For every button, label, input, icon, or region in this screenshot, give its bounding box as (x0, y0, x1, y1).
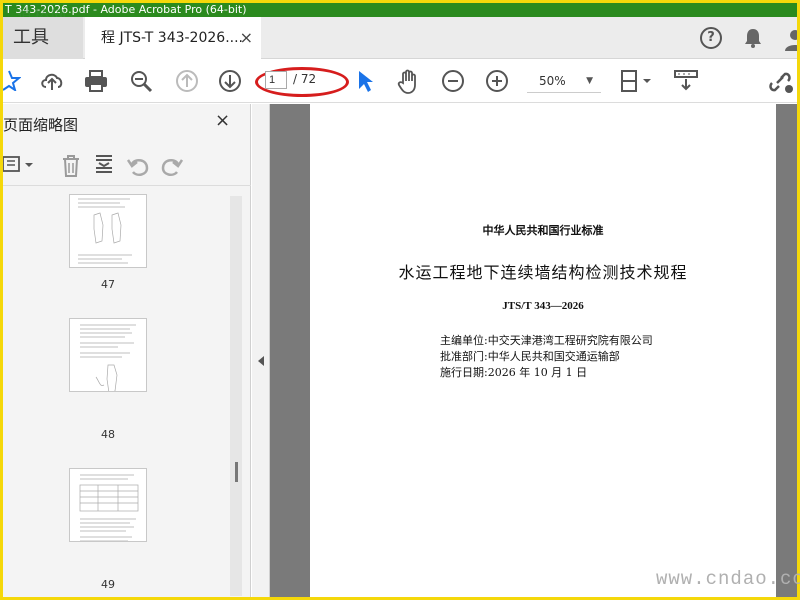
user-icon[interactable] (783, 27, 797, 51)
document-page: 中华人民共和国行业标准 水运工程地下连续墙结构检测技术规程 JTS/T 343—… (310, 104, 776, 597)
page-total: / 72 (293, 72, 317, 86)
panel-collapse-strip[interactable] (252, 104, 270, 597)
zoom-level-value: 50% (539, 74, 566, 88)
undo-icon[interactable] (127, 156, 151, 178)
tab-document-label: 程 JTS-T 343-2026.... (101, 30, 243, 46)
collapse-left-icon[interactable] (258, 356, 264, 366)
thumbnail-scrollbar[interactable] (230, 196, 242, 596)
zoom-out-icon[interactable] (441, 69, 465, 93)
approval-department: 批准部门:中华人民共和国交通运输部 (440, 350, 620, 363)
window-title-bar: T 343-2026.pdf - Adobe Acrobat Pro (64-b… (3, 3, 797, 17)
thumbnail-page-47[interactable] (69, 194, 147, 268)
page-number-input[interactable]: 1 (265, 71, 287, 89)
zoom-level-dropdown[interactable]: 50% ▼ (527, 69, 601, 93)
search-zoom-icon[interactable] (129, 69, 153, 93)
tab-document[interactable]: 程 JTS-T 343-2026.... × (85, 17, 261, 59)
hand-icon[interactable] (397, 69, 421, 95)
document-title: 水运工程地下连续墙结构检测技术规程 (398, 263, 688, 282)
arrow-up-icon[interactable] (175, 69, 199, 93)
thumbnail-label: 48 (101, 428, 115, 441)
redo-icon[interactable] (159, 156, 183, 178)
thumbnail-list: 47 48 49 (3, 194, 229, 597)
print-icon[interactable] (83, 69, 109, 93)
tab-bar: 工具 程 JTS-T 343-2026.... × ? (3, 17, 797, 59)
options-icon[interactable] (3, 156, 35, 174)
arrow-down-icon[interactable] (218, 69, 242, 93)
acrobat-window: T 343-2026.pdf - Adobe Acrobat Pro (64-b… (3, 3, 797, 597)
thumbnail-label: 49 (101, 578, 115, 591)
panel-title: 页面缩略图 (3, 116, 79, 134)
insert-icon[interactable] (93, 154, 115, 178)
editor-unit: 主编单位:中交天津港湾工程研究院有限公司 (440, 334, 653, 347)
chevron-down-icon: ▼ (586, 76, 593, 86)
document-code: JTS/T 343—2026 (502, 300, 584, 312)
thumbnail-page-48[interactable] (69, 318, 147, 392)
panel-toolbar (3, 144, 251, 186)
delete-icon[interactable] (60, 154, 82, 178)
star-icon[interactable] (3, 69, 21, 91)
effective-date: 施行日期:2026 年 10 月 1 日 (440, 366, 588, 379)
zoom-in-icon[interactable] (485, 69, 509, 93)
thumbnail-label: 47 (101, 278, 115, 291)
bell-icon[interactable] (743, 27, 763, 49)
close-icon[interactable]: × (215, 110, 230, 131)
thumbnails-panel: 页面缩略图 × 47 48 49 (3, 104, 251, 597)
help-icon[interactable]: ? (700, 27, 722, 49)
fit-page-icon[interactable] (619, 69, 653, 95)
thumbnail-page-49[interactable] (69, 468, 147, 542)
upload-icon[interactable] (39, 69, 65, 93)
share-link-icon[interactable] (767, 69, 795, 95)
standard-header: 中华人民共和国行业标准 (482, 224, 604, 237)
scroll-mode-icon[interactable] (673, 69, 699, 95)
thumbnail-scrollbar-thumb[interactable] (235, 462, 238, 482)
watermark-bottom: www.cndao.co (656, 568, 800, 590)
document-viewport: 中华人民共和国行业标准 水运工程地下连续墙结构检测技术规程 JTS/T 343—… (252, 104, 797, 597)
toolbar: 1 / 72 50% ▼ (3, 59, 797, 103)
select-arrow-icon[interactable] (357, 69, 373, 93)
tab-tools[interactable]: 工具 (3, 17, 83, 59)
close-icon[interactable]: × (240, 17, 253, 59)
